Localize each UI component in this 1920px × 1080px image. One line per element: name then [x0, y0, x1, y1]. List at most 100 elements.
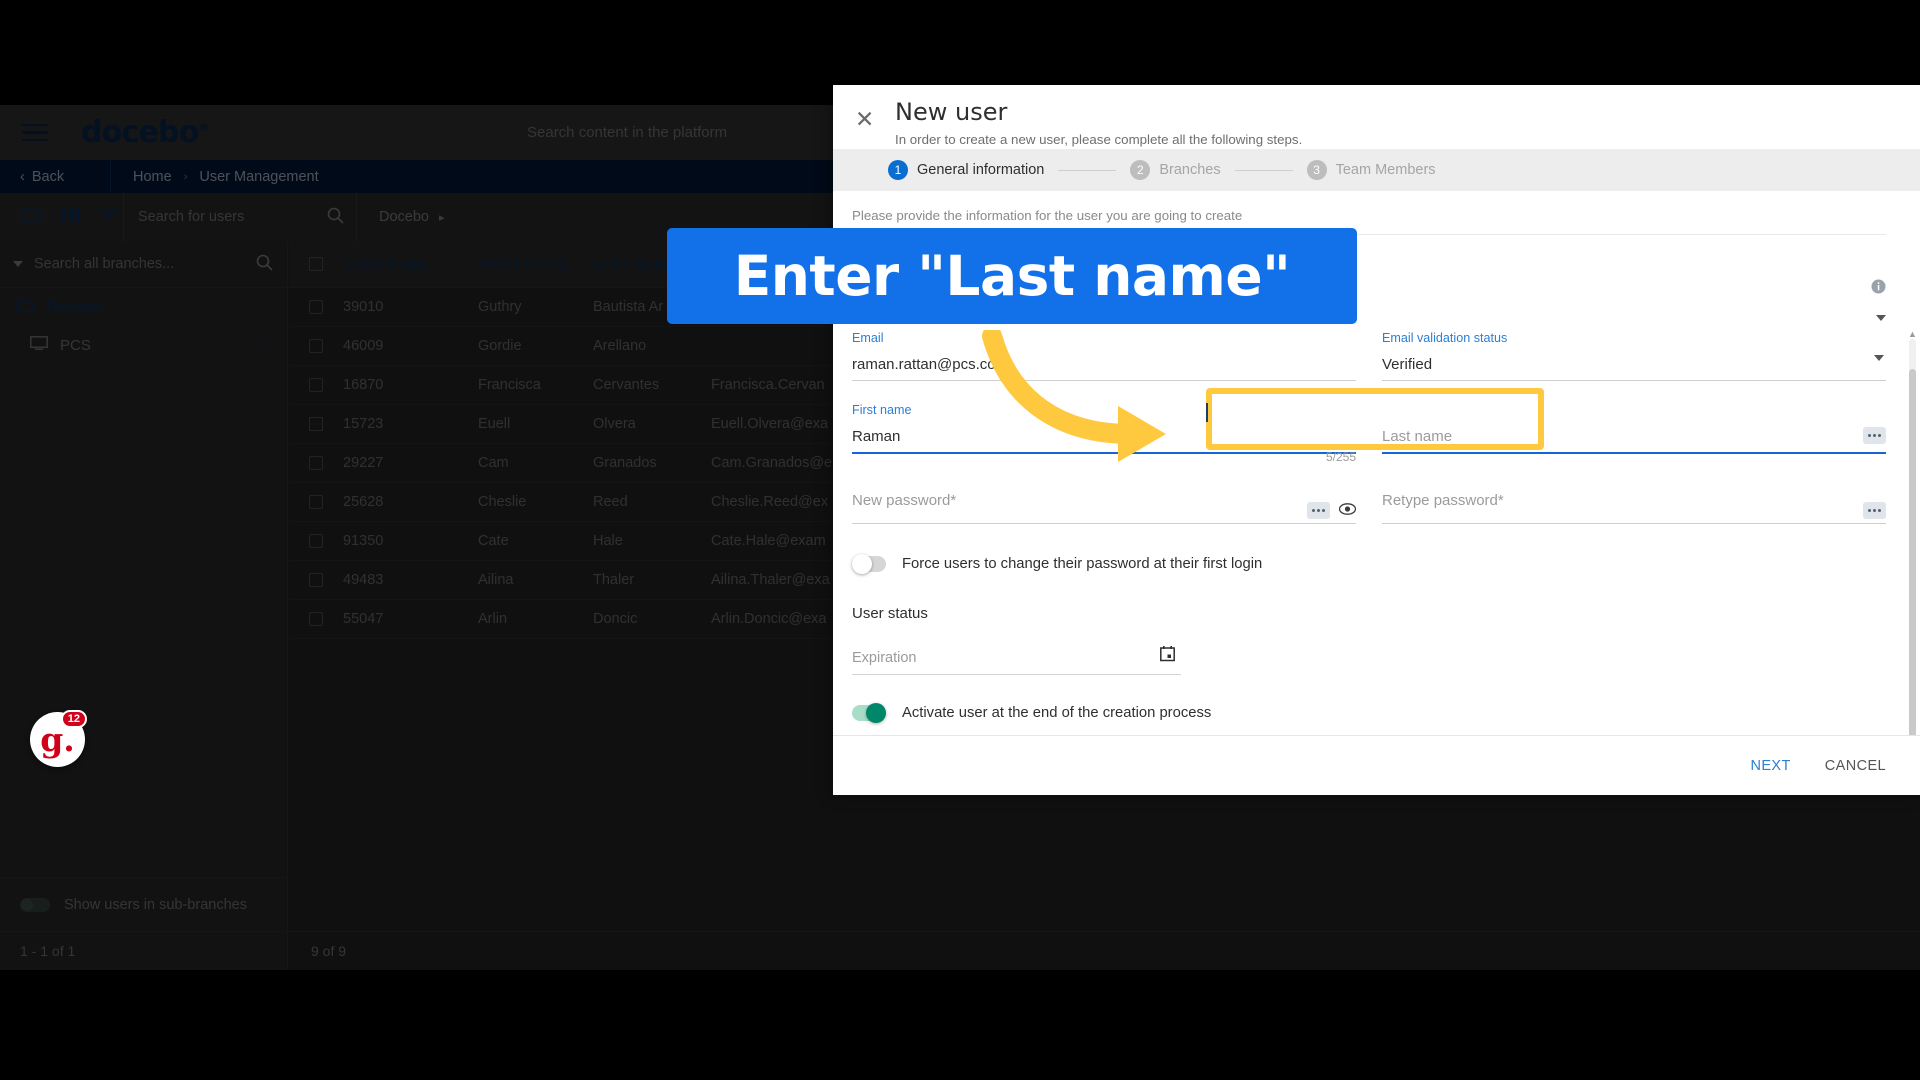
back-button[interactable]: ‹ Back — [0, 169, 110, 185]
branch-selector-label: Docebo — [379, 209, 429, 225]
email-validation-value[interactable]: Verified — [1382, 345, 1886, 381]
row-checkbox[interactable] — [289, 612, 343, 626]
cell-last-name: Doncic — [593, 611, 638, 627]
close-icon[interactable]: ✕ — [833, 100, 895, 131]
user-search-input[interactable]: Search for users — [124, 207, 356, 228]
row-checkbox[interactable] — [289, 417, 343, 431]
branch-item-pcs[interactable]: PCS › — [0, 326, 287, 364]
step-2-label: Branches — [1159, 162, 1221, 178]
caret-down-icon[interactable] — [1874, 355, 1884, 361]
show-subbranches-label: Show users in sub-branches — [64, 896, 247, 913]
row-checkbox[interactable] — [289, 300, 343, 314]
scrollbar-thumb[interactable] — [1909, 369, 1916, 735]
breadcrumb-trail: Home › User Management — [111, 169, 319, 185]
step-3-number: 3 — [1306, 160, 1327, 180]
info-icon[interactable] — [1871, 279, 1886, 299]
breadcrumb-item-home[interactable]: Home — [133, 169, 172, 185]
back-label: Back — [31, 168, 65, 185]
expiration-field[interactable]: Expiration — [852, 646, 1181, 675]
step-2-number: 2 — [1130, 160, 1151, 180]
folder-icon[interactable] — [22, 207, 42, 228]
retype-password-field[interactable]: Retype password* — [1382, 488, 1886, 524]
dots-icon[interactable] — [1307, 502, 1330, 519]
filter-icon[interactable] — [100, 208, 118, 226]
expiration-placeholder[interactable]: Expiration — [852, 650, 1181, 675]
new-password-required-mark: * — [950, 492, 957, 509]
chevron-right-icon: ▸ — [438, 211, 445, 224]
brand-mark: ® — [198, 121, 210, 134]
dots-icon[interactable] — [1863, 427, 1886, 444]
cell-first-name: Guthry — [478, 299, 522, 315]
table-pagination: 9 of 9 — [289, 931, 1920, 970]
step-indicator: 1 General information 2 Branches 3 Team … — [833, 149, 1920, 191]
activate-user-label: Activate user at the end of the creation… — [902, 705, 1212, 721]
retype-password-required-mark: * — [1497, 492, 1504, 509]
dots-icon[interactable] — [1863, 502, 1886, 519]
branch-search-input[interactable]: Search all branches... — [0, 241, 287, 288]
cell-first-name: Cheslie — [478, 494, 527, 510]
caret-down-icon[interactable] — [1876, 315, 1886, 321]
monitor-icon — [30, 336, 48, 354]
new-password-field[interactable]: New password* — [852, 488, 1357, 524]
branch-selector[interactable]: Docebo ▸ — [357, 209, 445, 225]
column-header-first-name[interactable]: FIRST NAME — [478, 256, 593, 272]
calendar-icon[interactable] — [1160, 646, 1175, 667]
cell-username: 15723 — [343, 416, 384, 432]
brand-text: docebo — [81, 115, 199, 150]
search-icon[interactable] — [327, 207, 344, 228]
activate-user-row[interactable]: Activate user at the end of the creation… — [852, 703, 1886, 723]
branches-panel: Search all branches... Docebo PCS › Show… — [0, 241, 288, 970]
branch-search-placeholder: Search all branches... — [34, 256, 175, 272]
step-3-label: Team Members — [1335, 162, 1436, 178]
activate-user-toggle[interactable] — [852, 703, 886, 723]
last-name-placeholder[interactable]: Last name — [1382, 403, 1886, 454]
select-all-checkbox[interactable] — [289, 257, 343, 271]
branch-item-docebo[interactable]: Docebo — [0, 288, 287, 326]
hamburger-icon[interactable] — [22, 123, 48, 142]
force-password-change-row[interactable]: Force users to change their password at … — [852, 554, 1886, 574]
row-checkbox[interactable] — [289, 573, 343, 587]
force-password-change-toggle[interactable] — [852, 554, 886, 574]
step-branches[interactable]: 2 Branches — [1130, 160, 1221, 180]
email-validation-field[interactable]: Email validation status Verified — [1382, 331, 1886, 381]
instruction-callout: Enter "Last name" — [667, 228, 1357, 324]
branch-label-pcs: PCS — [60, 336, 91, 354]
cell-username: 16870 — [343, 377, 384, 393]
last-name-field[interactable]: Last name — [1382, 403, 1886, 454]
scroll-up-icon[interactable]: ▲ — [1908, 329, 1917, 339]
cell-first-name: Arlin — [478, 611, 508, 627]
modal-footer: NEXT CANCEL — [833, 735, 1920, 795]
step-general-information[interactable]: 1 General information — [888, 160, 1044, 180]
cell-last-name: Hale — [593, 533, 623, 549]
modal-scrollbar[interactable]: ▲ ▼ — [1908, 329, 1917, 735]
row-checkbox[interactable] — [289, 456, 343, 470]
column-header-username[interactable]: USERNAME — [343, 256, 478, 272]
row-checkbox[interactable] — [289, 378, 343, 392]
eye-icon[interactable] — [1338, 502, 1357, 520]
caret-down-icon[interactable] — [13, 261, 23, 267]
recorder-badge[interactable]: g. 12 — [30, 710, 87, 767]
row-checkbox[interactable] — [289, 339, 343, 353]
row-checkbox[interactable] — [289, 495, 343, 509]
cell-username: 49483 — [343, 572, 384, 588]
chevron-right-icon[interactable]: › — [259, 335, 265, 355]
toggle-switch[interactable] — [20, 897, 50, 912]
cell-first-name: Ailina — [478, 572, 514, 588]
cell-username: 39010 — [343, 299, 384, 315]
breadcrumb-item-user-management[interactable]: User Management — [199, 169, 318, 185]
show-subbranches-toggle[interactable]: Show users in sub-branches — [0, 877, 288, 931]
user-search-placeholder: Search for users — [138, 209, 245, 225]
step-team-members[interactable]: 3 Team Members — [1306, 160, 1436, 180]
cell-last-name: Thaler — [593, 572, 635, 588]
next-button[interactable]: NEXT — [1750, 758, 1790, 774]
columns-icon[interactable] — [62, 207, 80, 227]
global-search-placeholder: Search content in the platform — [527, 124, 728, 141]
text-cursor — [1206, 403, 1208, 422]
step-1-label: General information — [917, 162, 1045, 178]
row-checkbox[interactable] — [289, 534, 343, 548]
cancel-button[interactable]: CANCEL — [1825, 758, 1886, 774]
force-password-change-label: Force users to change their password at … — [902, 556, 1263, 572]
search-icon[interactable] — [256, 254, 273, 275]
branches-pagination: 1 - 1 of 1 — [0, 931, 288, 970]
global-search-input[interactable]: Search content in the platform — [527, 105, 727, 160]
